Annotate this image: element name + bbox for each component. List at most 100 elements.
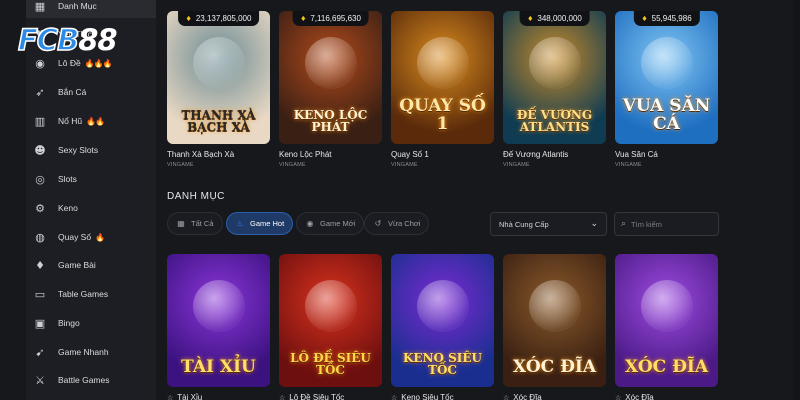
- diamond-icon: ♦: [641, 14, 648, 23]
- sidebar-item-label: Sexy Slots: [58, 145, 99, 155]
- sidebar-item[interactable]: ▭ Table Games: [26, 282, 156, 306]
- game-art-title: XÓC ĐĨA: [512, 357, 597, 378]
- jackpot-badge: ♦ 7,116,695,630: [292, 11, 369, 26]
- game-card[interactable]: ĐẾ VƯƠNG ATLANTIS ♦ 348,000,000 Đế Vương At…: [503, 11, 606, 168]
- game-thumbnail[interactable]: XÓC ĐĨA: [503, 254, 606, 387]
- diamond-icon: ♦: [527, 14, 534, 23]
- jackpot-badge: ♦ 23,137,805,000: [177, 11, 260, 26]
- sidebar-item[interactable]: ☻ Sexy Slots: [26, 138, 156, 162]
- game-thumbnail[interactable]: TÀI XỈU: [167, 254, 270, 387]
- filter-chip[interactable]: ↺ Vừa Chơi: [364, 212, 430, 235]
- favorite-star-icon[interactable]: ☆: [615, 394, 621, 400]
- sidebar-item-label: Slots: [58, 174, 77, 184]
- game-thumbnail[interactable]: XÓC ĐĨA: [615, 254, 718, 387]
- page: ▦ Danh Mục ♥ Yêu Thích ◉ Lô Đề 🔥🔥🔥 ➶ Bắn Cá ▥ Nổ H…: [0, 0, 800, 400]
- game-name: Keno Siêu Tốc: [401, 393, 454, 400]
- game-provider: VINGAME: [503, 162, 530, 168]
- game-art-title: VUA SĂN CÁ: [622, 96, 711, 135]
- search-input[interactable]: [631, 219, 712, 229]
- game-artwork-figure: [641, 37, 693, 89]
- game-name-row: ☆ Lô Đề Siêu Tốc: [279, 393, 382, 400]
- diamond-icon: ♦: [300, 14, 307, 23]
- game-thumbnail[interactable]: QUAY SỐ 1: [391, 11, 494, 144]
- wheel-icon: ◍: [35, 230, 45, 244]
- game-name: Lô Đề Siêu Tốc: [289, 393, 345, 400]
- logo-text-part1: FCB: [17, 22, 80, 58]
- rocket-icon: ➹: [35, 345, 45, 359]
- ball-icon: ⚙: [35, 201, 45, 215]
- favorite-star-icon[interactable]: ☆: [391, 394, 397, 400]
- filter-chip-label: Game Mới: [320, 219, 356, 228]
- game-art-title: THANH XÀ BẠCH XÀ: [181, 107, 256, 135]
- sidebar-item[interactable]: ➶ Bắn Cá: [26, 80, 156, 104]
- sidebar-item-label: Bingo: [58, 318, 80, 328]
- game-thumbnail[interactable]: THANH XÀ BẠCH XÀ ♦ 23,137,805,000: [167, 11, 270, 144]
- game-name-row: ☆ Xóc Đĩa: [615, 393, 718, 400]
- game-name-row: ☆ Keno Siêu Tốc: [391, 393, 494, 400]
- game-card[interactable]: XÓC ĐĨA ☆ Xóc Đĩa: [503, 254, 606, 400]
- game-artwork-figure: [305, 37, 357, 89]
- brand-logo[interactable]: FCB 88: [17, 22, 117, 58]
- user-icon: ☻: [34, 143, 46, 157]
- main-content: THANH XÀ BẠCH XÀ ♦ 23,137,805,000 Thanh Xà …: [156, 0, 800, 400]
- game-card[interactable]: QUAY SỐ 1 Quay Số 1 VINGAME: [391, 11, 494, 168]
- game-card[interactable]: KENO SIÊU TỐC ☆ Keno Siêu Tốc: [391, 254, 494, 400]
- sidebar-item[interactable]: ➹ Game Nhanh: [26, 340, 156, 364]
- game-thumbnail[interactable]: LÔ ĐỀ SIÊU TỐC: [279, 254, 382, 387]
- sidebar-item[interactable]: ▦ Danh Mục: [26, 0, 156, 18]
- sidebar-item[interactable]: ◎ Slots: [26, 167, 156, 191]
- game-card[interactable]: VUA SĂN CÁ ♦ 55,945,986 Vua Săn Cá VINGAME: [615, 11, 718, 168]
- sidebar-item[interactable]: ▥ Nổ Hũ 🔥🔥: [26, 109, 156, 133]
- lottery-icon: ◉: [35, 56, 45, 70]
- game-art-title: QUAY SỐ 1: [399, 96, 486, 135]
- sidebar-item[interactable]: ⚔ Battle Games: [26, 368, 156, 392]
- logo-text-part2: 88: [78, 23, 117, 57]
- favorite-star-icon[interactable]: ☆: [279, 394, 285, 400]
- provider-select[interactable]: Nhà Cung Cấp ⌄: [490, 212, 607, 236]
- coins-icon: ◎: [35, 172, 45, 186]
- game-thumbnail[interactable]: KENO SIÊU TỐC: [391, 254, 494, 387]
- game-thumbnail[interactable]: VUA SĂN CÁ ♦ 55,945,986: [615, 11, 718, 144]
- hot-fire-icon: 🔥🔥: [86, 116, 105, 126]
- favorite-star-icon[interactable]: ☆: [167, 394, 173, 400]
- game-art-title: XÓC ĐĨA: [624, 357, 709, 378]
- sidebar-item[interactable]: ♦ Game Bài: [26, 253, 156, 277]
- game-card[interactable]: KENO LỘC PHÁT ♦ 7,116,695,630 Keno Lộc Phát…: [279, 11, 382, 168]
- game-name-row: ☆ Xóc Đĩa: [503, 393, 606, 400]
- page-scrollbar[interactable]: [793, 0, 800, 400]
- favorite-star-icon[interactable]: ☆: [503, 394, 509, 400]
- sidebar-item-label: Bắn Cá: [58, 87, 87, 97]
- filter-chip[interactable]: ♨ Game Hot: [226, 212, 294, 235]
- sidebar-item-label: Game Nhanh: [58, 347, 109, 357]
- game-card[interactable]: TÀI XỈU ☆ Tài Xỉu: [167, 254, 270, 400]
- game-name-row: Keno Lộc Phát: [279, 150, 382, 159]
- game-card[interactable]: XÓC ĐĨA ☆ Xóc Đĩa: [615, 254, 718, 400]
- filter-chip[interactable]: ▦ Tất Cả: [167, 212, 223, 235]
- hot-fire-icon: 🔥🔥🔥: [84, 58, 113, 68]
- search-box[interactable]: ⌕: [614, 212, 719, 236]
- game-thumbnail[interactable]: ĐẾ VƯƠNG ATLANTIS ♦ 348,000,000: [503, 11, 606, 144]
- jackpot-badge: ♦ 348,000,000: [519, 11, 590, 26]
- sidebar: ▦ Danh Mục ♥ Yêu Thích ◉ Lô Đề 🔥🔥🔥 ➶ Bắn Cá ▥ Nổ H…: [26, 0, 156, 400]
- sidebar-item[interactable]: ⚙ Keno: [26, 196, 156, 220]
- game-provider: VINGAME: [615, 162, 642, 168]
- game-card[interactable]: LÔ ĐỀ SIÊU TỐC ☆ Lô Đề Siêu Tốc: [279, 254, 382, 400]
- history-icon: ↺: [374, 219, 382, 228]
- game-thumbnail[interactable]: KENO LỘC PHÁT ♦ 7,116,695,630: [279, 11, 382, 144]
- filter-chip[interactable]: ◉ Game Mới: [296, 212, 365, 235]
- sidebar-item[interactable]: ▣ Bingo: [26, 311, 156, 335]
- chevron-down-icon: ⌄: [590, 219, 598, 229]
- flame-icon: ♨: [236, 219, 244, 228]
- sidebar-item[interactable]: ◍ Quay Số 🔥: [26, 225, 156, 249]
- game-card[interactable]: THANH XÀ BẠCH XÀ ♦ 23,137,805,000 Thanh Xà …: [167, 11, 270, 168]
- sidebar-item-label: Battle Games: [58, 375, 110, 385]
- jackpot-value: 55,945,986: [651, 14, 692, 23]
- left-strip: [0, 0, 26, 400]
- game-name-row: Thanh Xà Bạch Xà: [167, 150, 270, 159]
- game-artwork-figure: [641, 280, 693, 332]
- game-name: Xóc Đĩa: [513, 393, 542, 400]
- sidebar-item-label: Table Games: [58, 289, 109, 299]
- search-icon: ⌕: [621, 219, 627, 229]
- game-artwork-figure: [193, 280, 245, 332]
- game-provider: VINGAME: [167, 162, 194, 168]
